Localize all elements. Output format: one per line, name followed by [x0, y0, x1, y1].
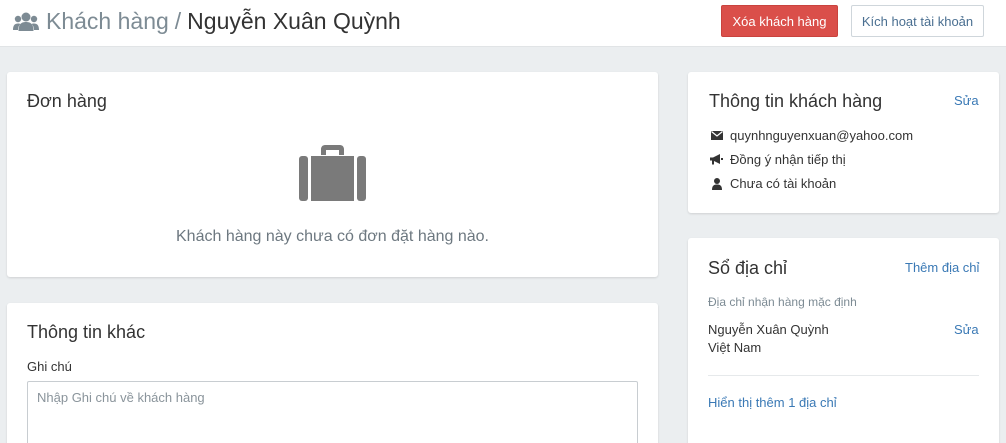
- edit-customer-info-link[interactable]: Sửa: [954, 93, 979, 108]
- breadcrumb: Khách hàng / Nguyễn Xuân Quỳnh: [13, 8, 401, 35]
- address-name: Nguyễn Xuân Quỳnh: [708, 322, 829, 337]
- show-more-addresses-link[interactable]: Hiển thị thêm 1 địa chỉ: [708, 395, 837, 410]
- address-country: Việt Nam: [708, 340, 762, 355]
- activate-account-button[interactable]: Kích hoạt tài khoản: [851, 5, 984, 37]
- default-address-label: Địa chỉ nhận hàng mặc định: [708, 295, 857, 309]
- customer-info-card: Thông tin khách hàng Sửa quynhnguyenxuan…: [688, 72, 999, 213]
- other-info-title: Thông tin khác: [27, 322, 146, 342]
- edit-address-link[interactable]: Sửa: [954, 322, 979, 337]
- users-icon: [13, 12, 39, 31]
- account-status: Chưa có tài khoản: [730, 176, 837, 191]
- address-book-card: Sổ địa chỉ Thêm địa chỉ Địa chỉ nhận hàn…: [688, 238, 999, 443]
- orders-title: Đơn hàng: [27, 91, 107, 111]
- address-book-title: Sổ địa chỉ: [708, 258, 788, 278]
- note-input[interactable]: [27, 381, 638, 443]
- delete-customer-button[interactable]: Xóa khách hàng: [721, 5, 838, 37]
- customer-email: quynhnguyenxuan@yahoo.com: [730, 128, 914, 143]
- breadcrumb-customers-link[interactable]: Khách hàng: [46, 8, 169, 35]
- bullhorn-icon: [710, 153, 723, 166]
- user-icon: [710, 177, 723, 190]
- customer-info-title: Thông tin khách hàng: [709, 91, 883, 111]
- add-address-link[interactable]: Thêm địa chỉ: [905, 260, 979, 275]
- orders-empty-message: Khách hàng này chưa có đơn đặt hàng nào.: [176, 228, 489, 245]
- email-row: quynhnguyenxuan@yahoo.com: [710, 128, 913, 143]
- account-row: Chưa có tài khoản: [710, 176, 836, 191]
- envelope-icon: [710, 129, 723, 142]
- breadcrumb-separator: /: [174, 8, 182, 34]
- marketing-row: Đồng ý nhận tiếp thị: [710, 152, 846, 167]
- other-info-card: Thông tin khác Ghi chú: [7, 303, 658, 443]
- note-label: Ghi chú: [27, 359, 72, 374]
- divider: [708, 375, 979, 376]
- page-title: Nguyễn Xuân Quỳnh: [187, 8, 401, 34]
- orders-card: Đơn hàng Khách hàng này chưa có đơn đặt …: [7, 72, 658, 277]
- marketing-consent: Đồng ý nhận tiếp thị: [730, 152, 846, 167]
- briefcase-icon: [299, 145, 366, 201]
- page-header: Khách hàng / Nguyễn Xuân Quỳnh Xóa khách…: [0, 0, 1006, 47]
